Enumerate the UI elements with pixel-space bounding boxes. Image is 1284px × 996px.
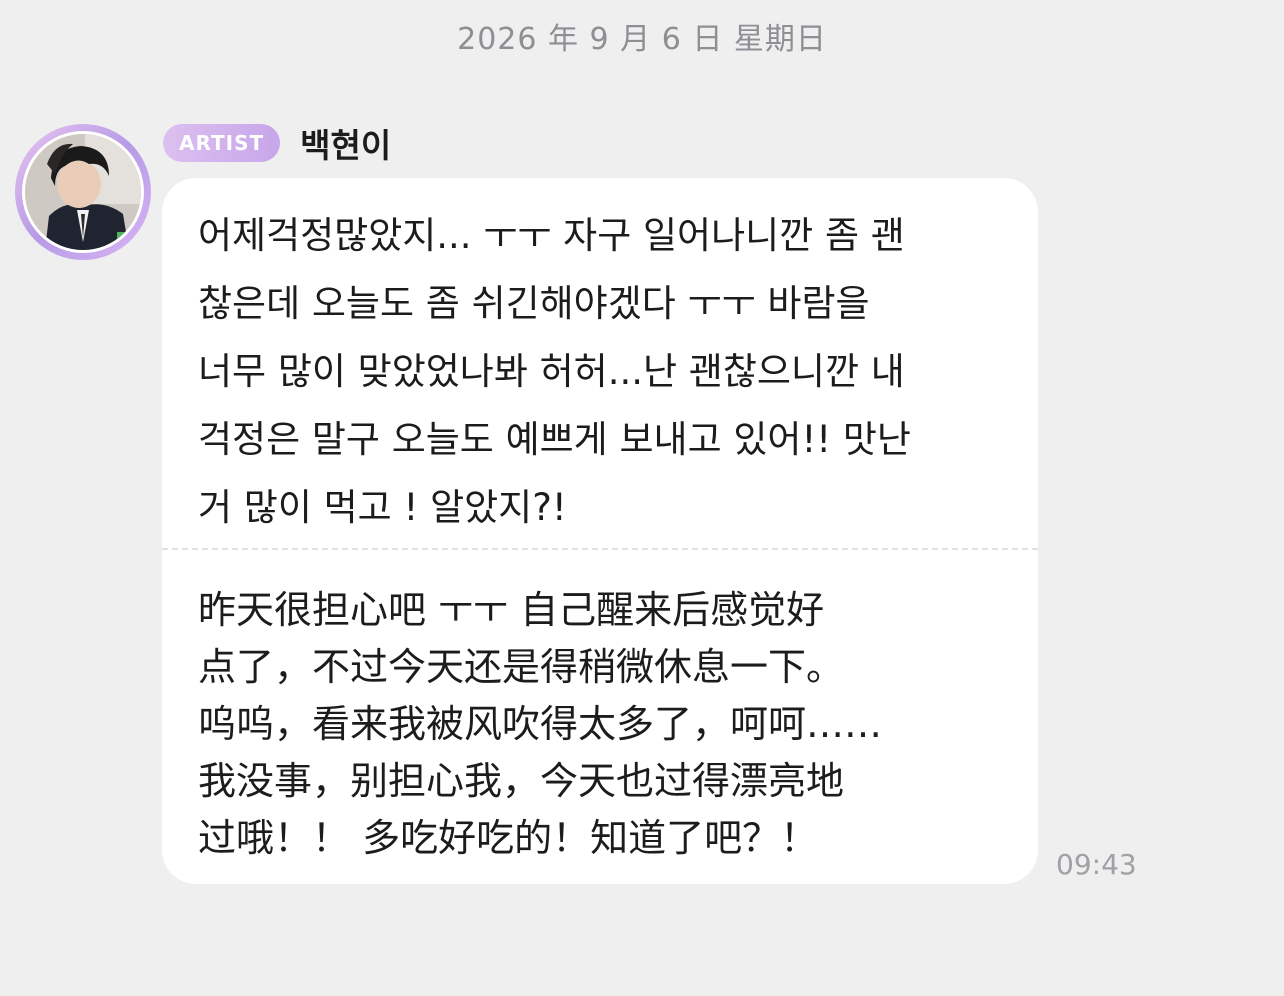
message-translated-text: 昨天很担心吧 ㅜㅜ 自己醒来后感觉好 点了，不过今天还是得稍微休息一下。 呜呜，… [198,588,883,860]
avatar-frame [22,131,144,253]
message-timestamp: 09:43 [1056,848,1137,881]
date-separator: 2026 年 9 月 6 日 星期日 [457,22,827,57]
sender-row: ARTIST 백현이 [163,119,391,167]
sender-name[interactable]: 백현이 [300,119,391,167]
avatar-photo [25,134,141,250]
artist-avatar[interactable] [15,124,151,260]
artist-badge: ARTIST [163,124,281,162]
avatar-image [25,134,141,250]
message-bubble[interactable]: 어제걱정많았지... ㅜㅜ 자구 일어나니깐 좀 괜 찮은데 오늘도 좀 쉬긴해… [162,178,1038,884]
translation-divider [162,548,1038,550]
message-original-text: 어제걱정많았지... ㅜㅜ 자구 일어나니깐 좀 괜 찮은데 오늘도 좀 쉬긴해… [198,214,911,529]
